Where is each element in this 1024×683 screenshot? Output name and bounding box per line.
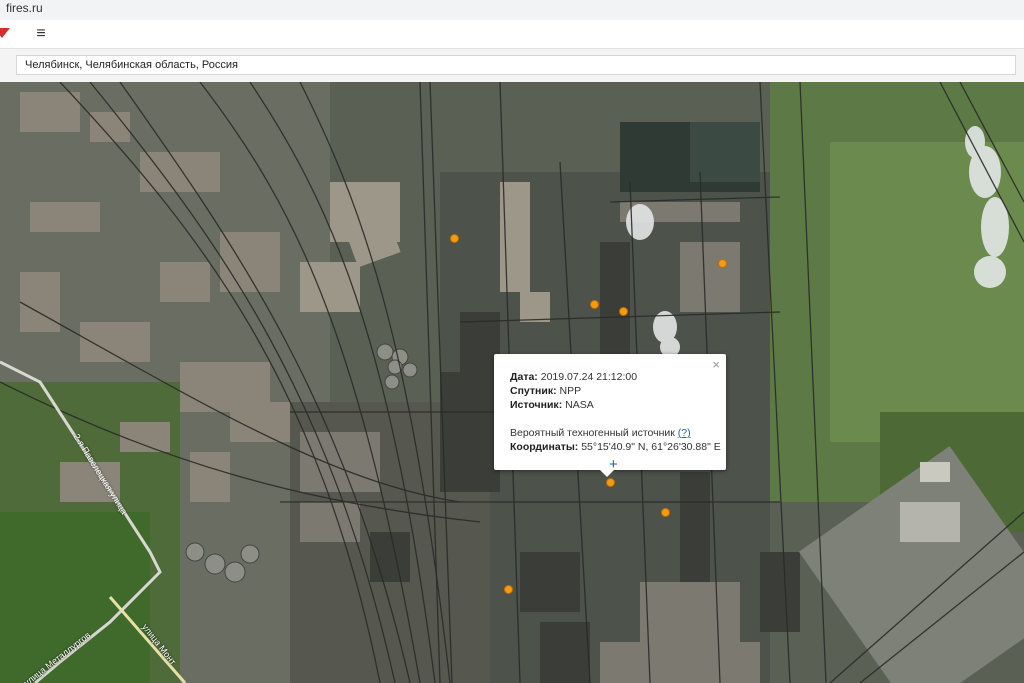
- coords-row: Координаты: 55°15'40.9" N, 61°26'30.88" …: [510, 441, 721, 453]
- fire-marker[interactable]: [606, 478, 615, 487]
- location-search-input[interactable]: [16, 55, 1016, 75]
- source-label: Источник:: [510, 399, 563, 411]
- fire-marker[interactable]: [718, 259, 727, 268]
- probable-source-row: Вероятный техногенный источник (?): [510, 427, 691, 439]
- coords-value: 55°15'40.9" N, 61°26'30.88" E: [581, 441, 721, 453]
- coords-label: Координаты:: [510, 441, 579, 453]
- app-toolbar: ≡: [0, 20, 1024, 48]
- crosshair-icon: +: [609, 456, 618, 473]
- date-value: 2019.07.24 21:12:00: [540, 371, 638, 383]
- date-row: Дата: 2019.07.24 21:12:00: [510, 371, 637, 383]
- help-link[interactable]: (?): [678, 427, 691, 439]
- satellite-value: NPP: [559, 385, 582, 397]
- satellite-row: Спутник: NPP: [510, 385, 581, 397]
- fire-marker[interactable]: [590, 300, 599, 309]
- satellite-label: Спутник:: [510, 385, 557, 397]
- fire-marker[interactable]: [450, 234, 459, 243]
- fire-logo-icon[interactable]: [0, 28, 10, 38]
- probable-source-text: Вероятный техногенный источник: [510, 427, 675, 439]
- fire-marker[interactable]: [619, 307, 628, 316]
- fire-marker[interactable]: [661, 508, 670, 517]
- search-row: [0, 48, 1024, 84]
- source-value: NASA: [565, 399, 594, 411]
- hamburger-icon[interactable]: ≡: [30, 24, 52, 44]
- close-icon[interactable]: ×: [712, 357, 720, 372]
- fire-marker[interactable]: [504, 585, 513, 594]
- date-label: Дата:: [510, 371, 538, 383]
- url-text[interactable]: fires.ru: [6, 1, 43, 15]
- browser-address-bar[interactable]: fires.ru: [0, 0, 1024, 21]
- fire-info-popup: × Дата: 2019.07.24 21:12:00 Спутник: NPP…: [494, 354, 726, 477]
- source-row: Источник: NASA: [510, 399, 594, 411]
